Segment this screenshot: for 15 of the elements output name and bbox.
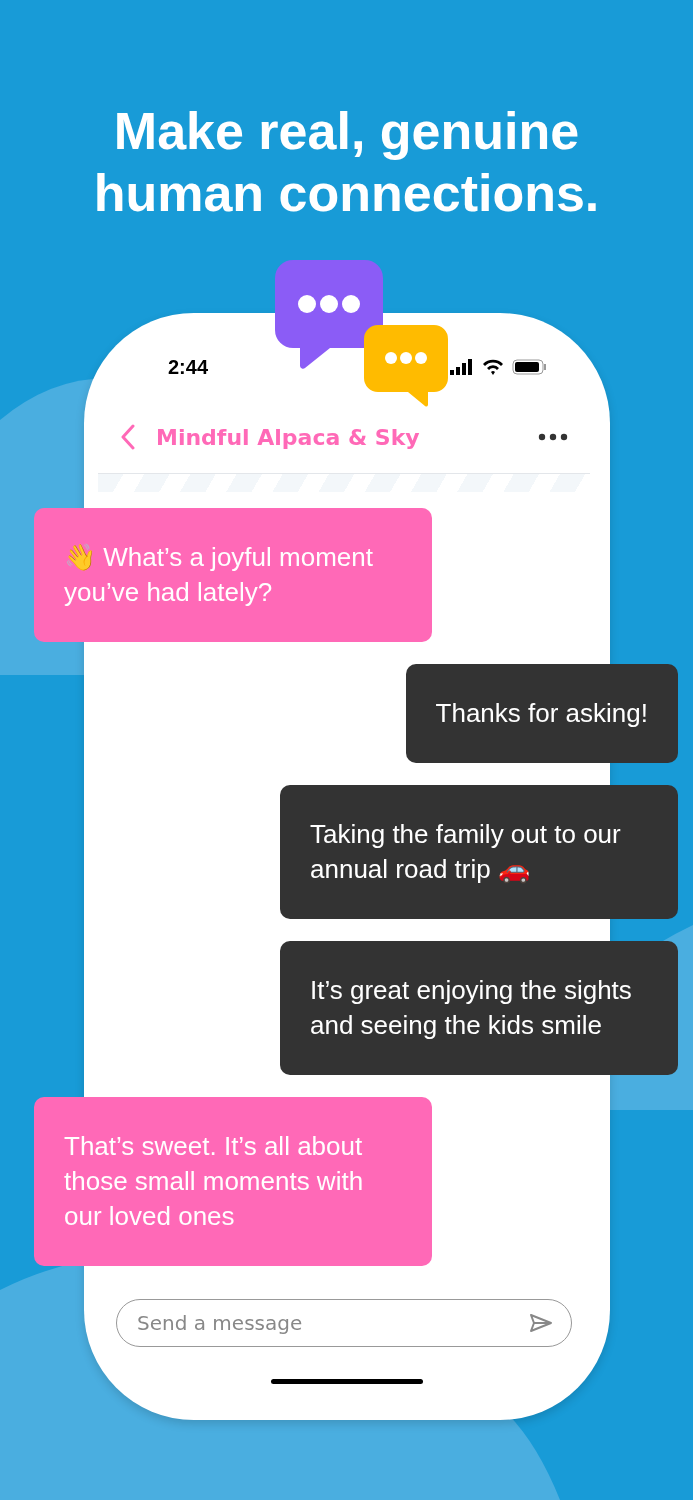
signal-icon [450, 359, 474, 375]
message-bubble: It’s great enjoying the sights and seeing the kids smile [280, 941, 678, 1075]
headline: Make real, genuine human connections. [92, 101, 601, 224]
status-time: 2:44 [168, 355, 209, 379]
chat-title: Mindful Alpaca & Sky [156, 424, 421, 450]
wifi-icon [482, 359, 504, 375]
speech-bubble-icon [364, 325, 448, 409]
message-bubble: Thanks for asking! [405, 664, 678, 763]
message-field[interactable]: Send a message [135, 1310, 529, 1336]
message-bubble: 👋 What’s a joyful moment you’ve had lately? [34, 508, 432, 642]
send-icon[interactable] [529, 1313, 553, 1333]
message-bubble: Taking the family out to our annual road trip 🚗 [280, 785, 678, 919]
message-bubble: That’s sweet. It’s all about those small moments with our loved ones [34, 1097, 432, 1266]
more-button[interactable] [538, 433, 568, 441]
battery-icon [512, 359, 548, 375]
